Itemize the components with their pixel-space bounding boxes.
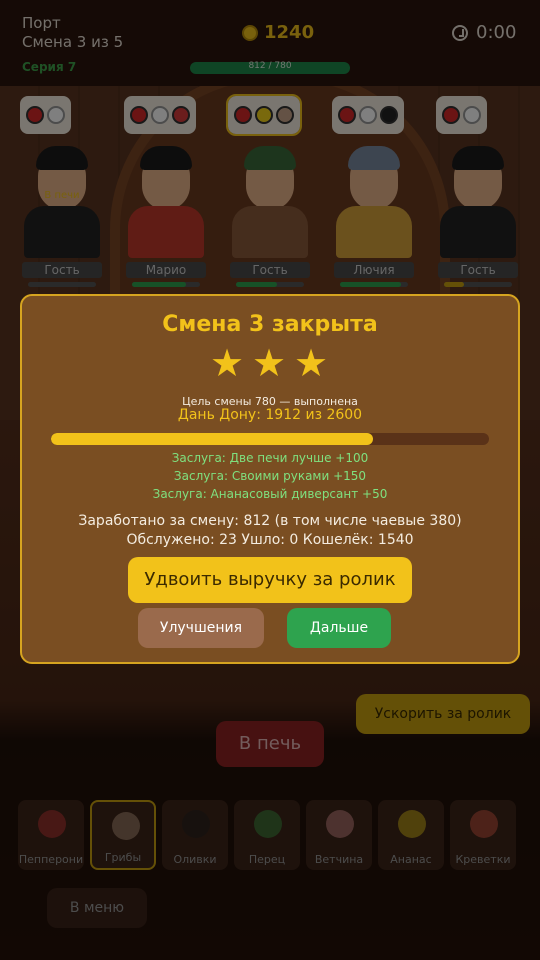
next-button[interactable]: Дальше [287, 608, 391, 648]
star-rating: ★ ★ ★ [210, 341, 330, 385]
earned-summary: Заработано за смену: 812 (в том числе ча… [78, 513, 462, 529]
merit-line: Заслуга: Своими руками +150 [173, 469, 367, 483]
double-earnings-button[interactable]: Удвоить выручку за ролик [128, 557, 412, 603]
merit-line: Заслуга: Ананасовый диверсант +50 [152, 487, 388, 501]
modal-title: Смена 3 закрыта [162, 312, 378, 337]
tribute-progress-fill [51, 433, 373, 445]
star-icon: ★ [294, 341, 329, 385]
tribute-text: Дань Дону: 1912 из 2600 [177, 407, 363, 423]
served-summary: Обслужено: 23 Ушло: 0 Кошелёк: 1540 [126, 532, 414, 548]
upgrades-button[interactable]: Улучшения [138, 608, 264, 648]
star-icon: ★ [252, 341, 287, 385]
star-icon: ★ [210, 341, 245, 385]
tribute-progress-bar [51, 433, 489, 445]
merit-line: Заслуга: Две печи лучше +100 [171, 451, 369, 465]
